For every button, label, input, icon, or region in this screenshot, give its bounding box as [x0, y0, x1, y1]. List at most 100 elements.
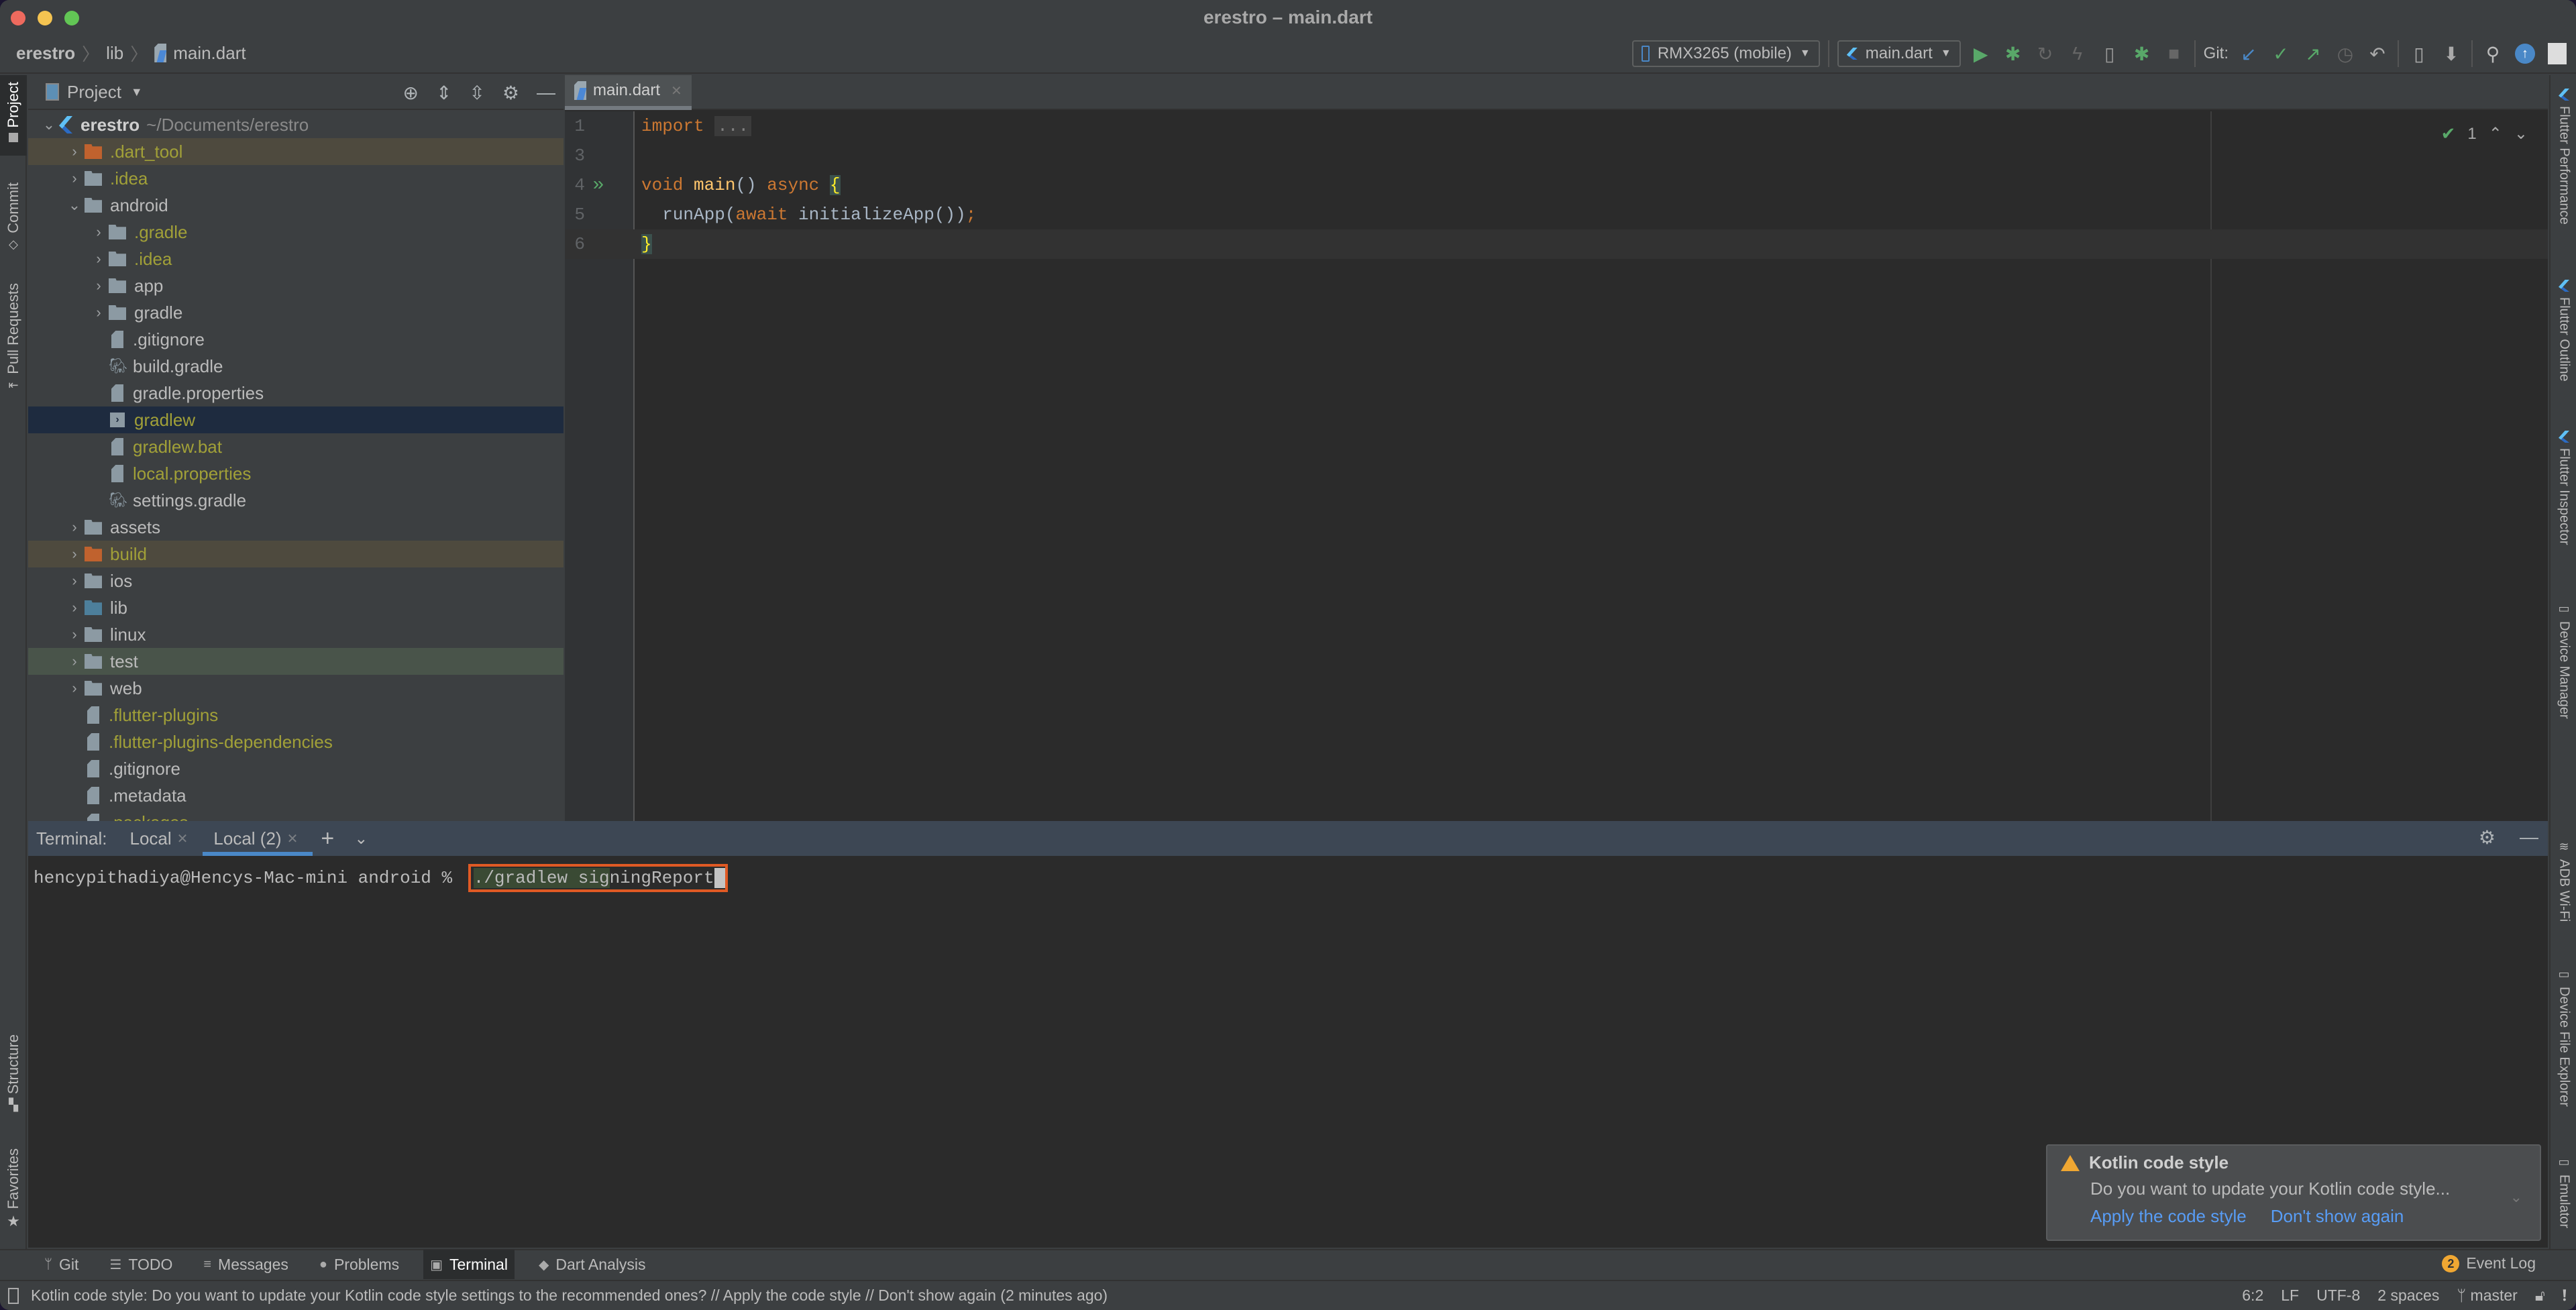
chevron-right-icon[interactable]: ›: [89, 277, 109, 294]
gear-icon[interactable]: ⚙: [502, 82, 519, 104]
chevron-right-icon[interactable]: ›: [64, 143, 85, 160]
chevron-right-icon[interactable]: ›: [64, 653, 85, 670]
chevron-right-icon[interactable]: ›: [89, 223, 109, 241]
chevron-right-icon[interactable]: ›: [64, 572, 85, 590]
sdk-manager-icon[interactable]: ⬇: [2439, 40, 2463, 67]
next-highlight-icon[interactable]: ⌄: [2514, 124, 2528, 144]
code-line[interactable]: 3: [565, 141, 2548, 170]
hide-panel-icon[interactable]: —: [2520, 826, 2538, 849]
tree-item[interactable]: › test: [28, 648, 564, 675]
expand-all-icon[interactable]: ⇕: [436, 82, 451, 104]
tree-item[interactable]: › gradle: [28, 299, 564, 326]
tree-item[interactable]: › build: [28, 541, 564, 567]
caret-position[interactable]: 6:2: [2242, 1287, 2263, 1305]
tool-tab-structure[interactable]: Structure ▚: [0, 1034, 27, 1128]
git-commit-icon[interactable]: ✓: [2269, 40, 2293, 67]
chevron-down-icon[interactable]: ⌄: [39, 116, 59, 133]
tool-tab-favorites[interactable]: Favorites ★: [0, 1148, 27, 1249]
editor-tab-main-dart[interactable]: main.dart ✕: [565, 75, 692, 110]
tree-item[interactable]: .metadata: [28, 782, 564, 809]
close-tab-icon[interactable]: ✕: [671, 83, 682, 99]
gear-icon[interactable]: ⚙: [2479, 826, 2496, 849]
tree-item[interactable]: › .gradle: [28, 219, 564, 245]
tree-item[interactable]: local.properties: [28, 460, 564, 487]
status-message[interactable]: Kotlin code style: Do you want to update…: [31, 1287, 1108, 1305]
attach-icon[interactable]: ↻: [2033, 40, 2057, 67]
toggle-tool-windows-icon[interactable]: [8, 1287, 19, 1304]
tree-item[interactable]: 🐘︎ settings.gradle: [28, 487, 564, 514]
debug-icon[interactable]: ✱: [2001, 40, 2025, 67]
tree-item[interactable]: › ios: [28, 567, 564, 594]
chevron-right-icon[interactable]: ›: [89, 304, 109, 321]
terminal-tab-local[interactable]: Local ✕: [127, 821, 191, 856]
code-line[interactable]: 5 runApp(await initializeApp());: [565, 200, 2548, 229]
dont-show-again-link[interactable]: Don't show again: [2271, 1206, 2404, 1227]
breadcrumb-file[interactable]: main.dart: [173, 43, 246, 64]
tree-item[interactable]: ⌄ android: [28, 192, 564, 219]
git-branch-widget[interactable]: ᛘ master: [2457, 1287, 2518, 1305]
avd-manager-icon[interactable]: ▯: [2407, 40, 2431, 67]
chevron-right-icon[interactable]: ›: [64, 679, 85, 697]
close-tab-icon[interactable]: ✕: [287, 830, 299, 847]
tree-item[interactable]: › app: [28, 272, 564, 299]
tool-tab-messages[interactable]: ≡ Messages: [197, 1250, 295, 1279]
chevron-down-icon[interactable]: ⌄: [354, 829, 368, 849]
collapse-all-icon[interactable]: ⇳: [469, 82, 484, 104]
chevron-down-icon[interactable]: ⌄: [64, 197, 85, 214]
tree-item[interactable]: .flutter-plugins: [28, 702, 564, 728]
tool-tab-problems[interactable]: ● Problems: [313, 1250, 406, 1279]
chevron-right-icon[interactable]: ›: [64, 518, 85, 536]
chevron-right-icon[interactable]: ›: [64, 545, 85, 563]
tree-root[interactable]: ⌄ erestro ~/Documents/erestro: [28, 111, 564, 138]
tree-item[interactable]: › .dart_tool: [28, 138, 564, 165]
tree-item[interactable]: .gitignore: [28, 326, 564, 353]
file-encoding[interactable]: UTF-8: [2316, 1287, 2360, 1305]
tool-tab-flutter-performance[interactable]: Flutter Performance: [2551, 89, 2576, 225]
tool-tab-git[interactable]: ᛘ Git: [38, 1250, 85, 1279]
tree-item[interactable]: › lib: [28, 594, 564, 621]
tool-tab-device-file-explorer[interactable]: ▭ Device File Explorer: [2551, 967, 2576, 1107]
chevron-right-icon[interactable]: ›: [89, 250, 109, 268]
tree-item[interactable]: › .idea: [28, 245, 564, 272]
git-push-icon[interactable]: ↗: [2301, 40, 2325, 67]
git-history-icon[interactable]: ◷: [2333, 40, 2357, 67]
chevron-right-icon[interactable]: ›: [64, 626, 85, 643]
run-icon[interactable]: ▶: [1969, 40, 1993, 67]
tree-item[interactable]: .gitignore: [28, 755, 564, 782]
code-area[interactable]: 1 import ... 3 4 ›› void main() async {5 runA…: [565, 111, 2548, 259]
terminal-tab-local-2[interactable]: Local (2) ✕: [203, 821, 313, 856]
previous-highlight-icon[interactable]: ⌃: [2489, 124, 2502, 144]
tree-item[interactable]: gradle.properties: [28, 380, 564, 406]
hide-panel-icon[interactable]: —: [537, 82, 555, 104]
tree-item[interactable]: › web: [28, 675, 564, 702]
debug-attach-icon[interactable]: ✱: [2130, 40, 2154, 67]
tree-item[interactable]: .flutter-plugins-dependencies: [28, 728, 564, 755]
tree-item[interactable]: 🐘︎ build.gradle: [28, 353, 564, 380]
search-icon[interactable]: ⚲: [2481, 40, 2505, 67]
device-selector[interactable]: RMX3265 (mobile) ▼: [1631, 40, 1820, 67]
git-rollback-icon[interactable]: ↶: [2365, 40, 2390, 67]
run-gutter-icon[interactable]: ››: [590, 175, 606, 196]
breadcrumb-folder[interactable]: lib: [106, 43, 123, 64]
git-update-icon[interactable]: ↙: [2237, 40, 2261, 67]
feedback-icon[interactable]: ❗︎: [2563, 1287, 2567, 1305]
breadcrumb-project[interactable]: erestro: [16, 43, 75, 64]
lock-icon[interactable]: 🔓︎: [2535, 1287, 2545, 1305]
project-view-selector[interactable]: Project: [67, 82, 121, 103]
tool-tab-adb-wifi[interactable]: ≋ ADB Wi-Fi: [2551, 840, 2576, 922]
new-terminal-icon[interactable]: +: [321, 826, 334, 852]
tool-tab-dart-analysis[interactable]: ◆ Dart Analysis: [532, 1250, 653, 1279]
tree-item[interactable]: › assets: [28, 514, 564, 541]
tool-tab-commit[interactable]: Commit ◇: [0, 182, 27, 263]
tree-item[interactable]: .packages: [28, 809, 564, 821]
code-line[interactable]: 1 import ...: [565, 111, 2548, 141]
tool-tab-flutter-outline[interactable]: Flutter Outline: [2551, 280, 2576, 382]
indent-setting[interactable]: 2 spaces: [2377, 1287, 2439, 1305]
run-config-selector[interactable]: main.dart ▼: [1837, 40, 1961, 67]
tree-item[interactable]: › gradlew: [28, 406, 564, 433]
terminal-output[interactable]: hencypithadiya@Hencys-Mac-mini android %…: [28, 856, 2548, 900]
avatar-icon[interactable]: [2545, 40, 2569, 67]
hot-reload-icon[interactable]: ϟ: [2065, 40, 2090, 67]
apply-code-style-link[interactable]: Apply the code style: [2090, 1206, 2247, 1227]
tree-item[interactable]: › linux: [28, 621, 564, 648]
